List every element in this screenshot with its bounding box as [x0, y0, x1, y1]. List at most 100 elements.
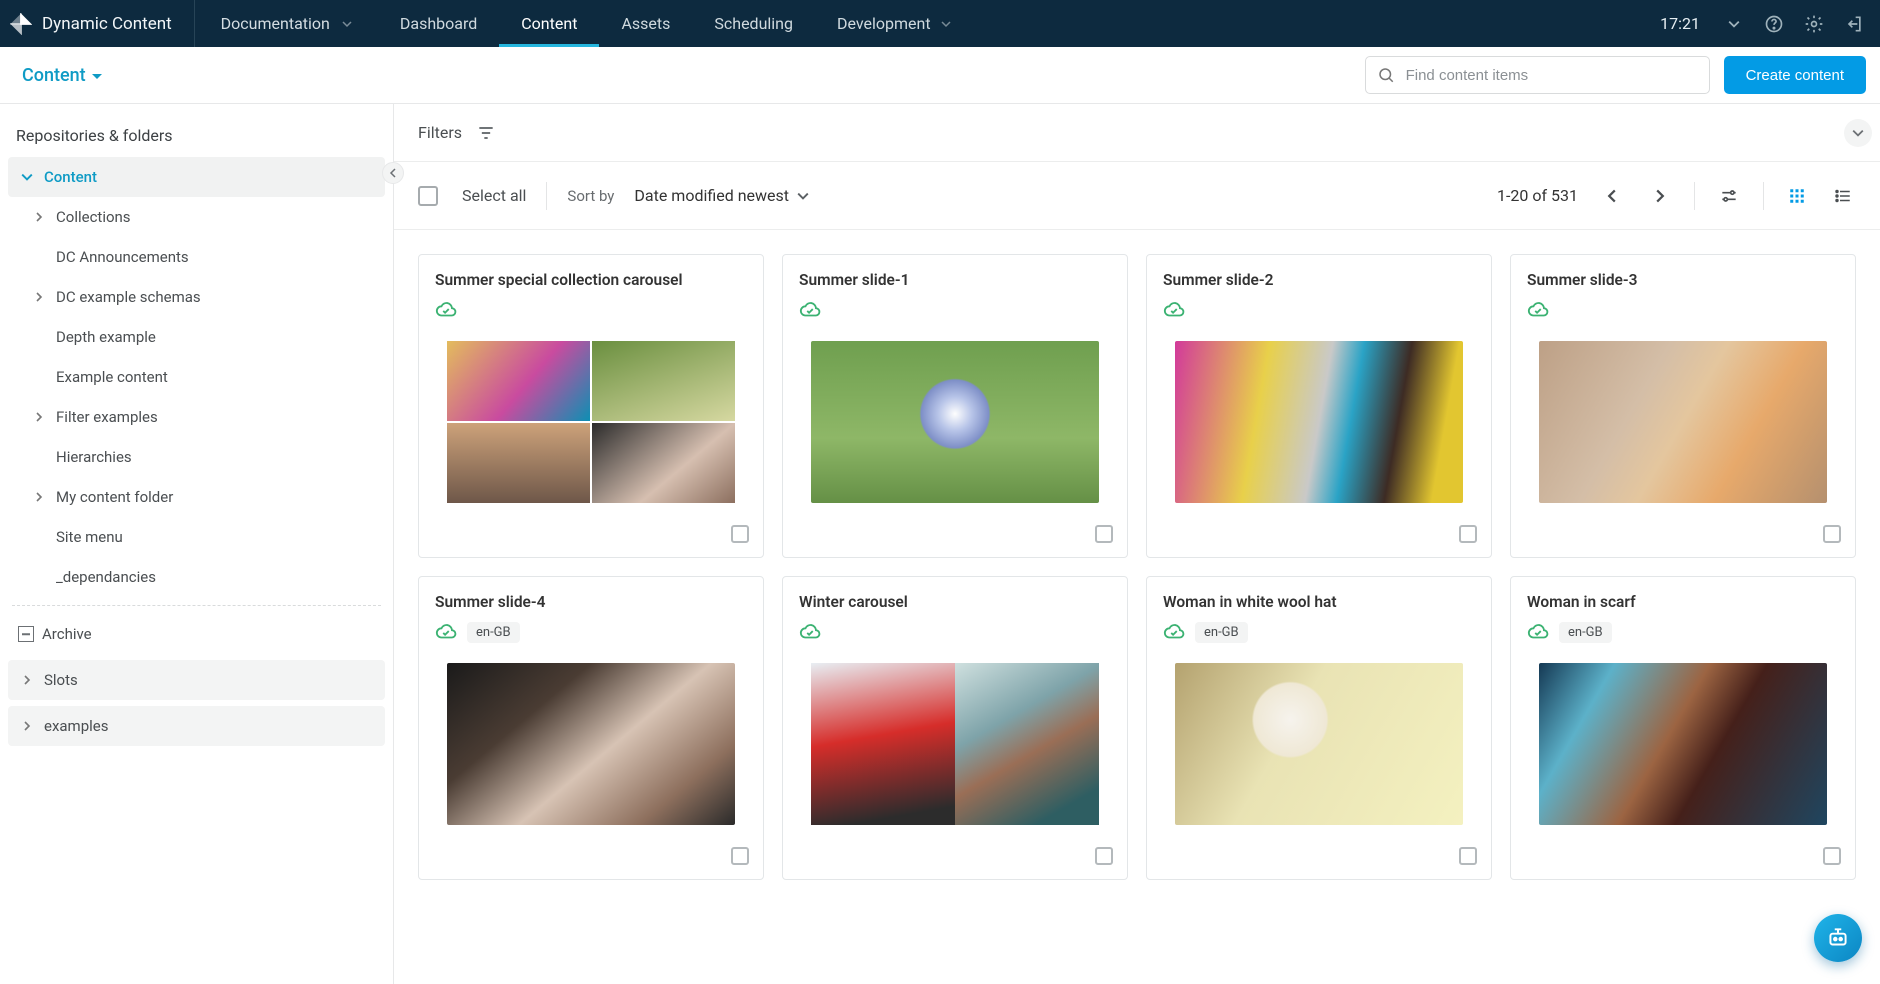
next-page-button[interactable] [1646, 182, 1674, 210]
tree-repo-label: Slots [44, 671, 78, 689]
sidebar-tree: Content CollectionsDC Announcements DC ex… [0, 157, 393, 758]
grid-view-button[interactable] [1784, 183, 1810, 209]
card-checkbox[interactable] [1823, 847, 1841, 865]
content-card[interactable]: Woman in white wool haten-GB [1146, 576, 1492, 880]
tree-item-label: Hierarchies [56, 448, 132, 466]
card-thumbnail [1539, 663, 1827, 825]
cloud-published-icon [799, 299, 821, 321]
card-title: Summer slide-3 [1527, 271, 1839, 289]
gear-icon[interactable] [1802, 12, 1826, 36]
card-title: Summer slide-2 [1163, 271, 1475, 289]
content-card[interactable]: Summer special collection carousel [418, 254, 764, 558]
card-checkbox[interactable] [731, 847, 749, 865]
tree-item[interactable]: Example content [8, 357, 385, 397]
locale-badge: en-GB [467, 622, 520, 643]
brand[interactable]: Dynamic Content [0, 0, 195, 47]
content-card[interactable]: Summer slide-2 [1146, 254, 1492, 558]
nav-item-label: Assets [621, 14, 670, 33]
nav-item-scheduling[interactable]: Scheduling [692, 0, 815, 47]
tree-repo[interactable]: Slots [8, 660, 385, 700]
card-title: Woman in scarf [1527, 593, 1839, 611]
nav-item-content[interactable]: Content [499, 0, 599, 47]
cloud-published-icon [1163, 621, 1185, 643]
tree-repo-label: examples [44, 717, 108, 735]
nav-item-development[interactable]: Development [815, 0, 973, 47]
content-card[interactable]: Summer slide-3 [1510, 254, 1856, 558]
chevron-right-icon [30, 212, 48, 222]
tree-item[interactable]: Filter examples [8, 397, 385, 437]
tree-item[interactable]: Collections [8, 197, 385, 237]
tree-archive-label: Archive [42, 625, 92, 643]
tree-item[interactable]: Hierarchies [8, 437, 385, 477]
content-card[interactable]: Summer slide-4en-GB [418, 576, 764, 880]
brand-name: Dynamic Content [42, 14, 172, 34]
nav-item-label: Development [837, 14, 931, 33]
nav-documentation[interactable]: Documentation [195, 0, 378, 47]
card-thumbnail [447, 341, 735, 503]
cloud-published-icon [1163, 299, 1185, 321]
tree-item-label: _dependancies [56, 568, 156, 586]
tree-item[interactable]: DC example schemas [8, 277, 385, 317]
tree-item-label: DC example schemas [56, 288, 201, 306]
card-title: Winter carousel [799, 593, 1111, 611]
content-card[interactable]: Woman in scarfen-GB [1510, 576, 1856, 880]
tree-archive[interactable]: Archive [8, 614, 385, 654]
cloud-published-icon [799, 621, 821, 643]
chevron-right-icon [30, 492, 48, 502]
content-card[interactable]: Summer slide-1 [782, 254, 1128, 558]
content-card[interactable]: Winter carousel [782, 576, 1128, 880]
card-thumbnail [1175, 341, 1463, 503]
caret-down-icon[interactable] [1722, 12, 1746, 36]
caret-down-icon [92, 74, 102, 79]
card-checkbox[interactable] [1095, 525, 1113, 543]
card-checkbox[interactable] [1095, 847, 1113, 865]
tree-item-label: Site menu [56, 528, 123, 546]
logout-icon[interactable] [1842, 12, 1866, 36]
cloud-published-icon [435, 299, 457, 321]
sort-selector[interactable]: Date modified newest [634, 186, 809, 205]
chevron-right-icon [18, 675, 36, 685]
card-thumbnail [447, 663, 735, 825]
select-all-label: Select all [458, 186, 526, 205]
prev-page-button[interactable] [1598, 182, 1626, 210]
pagination-text: 1-20 of 531 [1497, 186, 1578, 205]
nav-item-dashboard[interactable]: Dashboard [378, 0, 499, 47]
card-checkbox[interactable] [1459, 525, 1477, 543]
panel-expand-button[interactable] [1844, 119, 1872, 147]
list-controls: Select all Sort by Date modified newest … [394, 162, 1880, 230]
tree-item-label: Filter examples [56, 408, 158, 426]
create-content-button[interactable]: Create content [1724, 56, 1866, 94]
archive-icon [18, 626, 34, 642]
chevron-right-icon [18, 721, 36, 731]
tree-item[interactable]: Depth example [8, 317, 385, 357]
nav-item-assets[interactable]: Assets [599, 0, 692, 47]
nav-item-label: Scheduling [714, 14, 793, 33]
card-thumbnail [1539, 341, 1827, 503]
sidebar-collapse-button[interactable] [382, 162, 404, 184]
tree-item[interactable]: My content folder [8, 477, 385, 517]
help-icon[interactable] [1762, 12, 1786, 36]
settings-sliders-button[interactable] [1715, 182, 1743, 210]
cloud-published-icon [1527, 621, 1549, 643]
cloud-published-icon [1527, 299, 1549, 321]
tree-root-content[interactable]: Content [8, 157, 385, 197]
cloud-published-icon [435, 621, 457, 643]
section-selector[interactable]: Content [22, 65, 102, 86]
assistant-fab[interactable] [1814, 914, 1862, 962]
card-thumbnail [1175, 663, 1463, 825]
card-checkbox[interactable] [731, 525, 749, 543]
tree-item[interactable]: Site menu [8, 517, 385, 557]
search-input[interactable] [1365, 56, 1710, 94]
filter-icon[interactable] [476, 123, 496, 143]
filters-bar: Filters [394, 104, 1880, 162]
tree-repo[interactable]: examples [8, 706, 385, 746]
tree-item[interactable]: DC Announcements [8, 237, 385, 277]
card-checkbox[interactable] [1459, 847, 1477, 865]
card-checkbox[interactable] [1823, 525, 1841, 543]
select-all-checkbox[interactable] [418, 186, 438, 206]
tree-item[interactable]: _dependancies [8, 557, 385, 597]
list-view-button[interactable] [1830, 183, 1856, 209]
nav-item-label: Dashboard [400, 14, 477, 33]
card-title: Woman in white wool hat [1163, 593, 1475, 611]
main-nav: Dashboard Content Assets Scheduling Developm… [378, 0, 973, 47]
